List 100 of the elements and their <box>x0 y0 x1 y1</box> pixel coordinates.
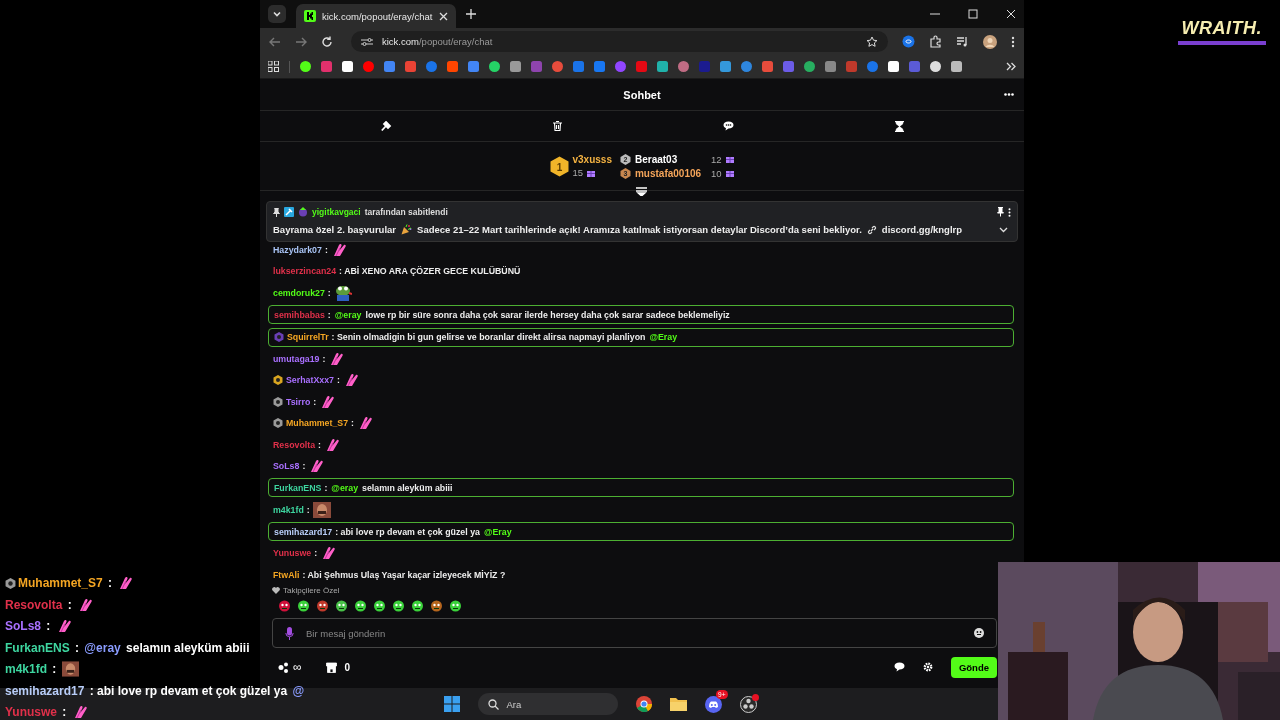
message-text: : <box>324 482 328 493</box>
message-text: : <box>107 576 114 590</box>
chat-username[interactable]: semihazard17 <box>274 526 333 537</box>
emote-icon[interactable] <box>411 599 424 612</box>
chat-username[interactable]: lukserzincan24 <box>273 266 337 277</box>
more-icon[interactable] <box>1011 35 1015 48</box>
gift-count: 15 <box>572 167 584 178</box>
mention-text: @eray <box>84 640 121 655</box>
chat-username[interactable]: Tsirro <box>286 396 311 407</box>
pin-icon[interactable] <box>997 207 1004 217</box>
windows-start-icon[interactable] <box>443 696 460 712</box>
chat-username[interactable]: semihbabas <box>274 309 325 320</box>
chat-username[interactable]: SoLs8 <box>273 460 300 471</box>
bookmark-icon[interactable] <box>888 61 899 72</box>
photo-emote <box>312 501 331 518</box>
browser-tab[interactable]: kick.com/popout/eray/chat <box>296 4 456 28</box>
mention-link[interactable]: @Eray <box>649 332 678 343</box>
chat-bubble-icon[interactable] <box>722 121 734 131</box>
emote-icon[interactable] <box>335 599 348 612</box>
party-popper-icon <box>401 224 413 235</box>
points-icon[interactable] <box>278 661 289 673</box>
chat-username[interactable]: SerhatXxx7 <box>286 375 334 386</box>
emote-icon[interactable] <box>297 599 310 612</box>
forward-icon[interactable] <box>295 35 307 48</box>
bookmark-icon[interactable] <box>930 61 941 72</box>
store-icon[interactable] <box>325 661 337 673</box>
bookmark-icon[interactable] <box>489 61 500 72</box>
new-tab-icon[interactable] <box>466 9 476 19</box>
bookmark-icon[interactable] <box>342 61 353 72</box>
trash-icon[interactable] <box>552 121 562 131</box>
gift-icon <box>587 168 596 177</box>
emote-icon[interactable] <box>354 599 367 612</box>
puzzle-icon[interactable] <box>929 35 942 48</box>
chat-username[interactable]: Resovolta <box>273 439 316 450</box>
apps-grid-icon[interactable] <box>268 61 279 72</box>
message-input[interactable]: Bir mesaj gönderin <box>304 626 964 640</box>
chat-username[interactable]: FtwAli <box>273 569 300 580</box>
message-text: : <box>51 662 58 676</box>
settings-icon[interactable] <box>922 662 933 672</box>
close-icon[interactable] <box>439 11 448 21</box>
chat-username[interactable]: cemdoruk27 <box>273 287 325 298</box>
discord-link[interactable]: discord.gg/knglrp <box>881 224 963 235</box>
chat-username[interactable]: m4k1fd <box>273 504 304 515</box>
emote-icon[interactable] <box>278 599 291 612</box>
extension-icon[interactable] <box>902 35 915 48</box>
chat-username[interactable]: SquirrelTr <box>287 332 329 343</box>
mention-link[interactable]: @eray <box>331 482 359 493</box>
chat-bubble-icon[interactable] <box>893 662 905 672</box>
emote-icon[interactable] <box>430 599 443 612</box>
more-bookmarks-icon[interactable] <box>1006 62 1016 71</box>
folder-icon[interactable] <box>669 697 687 711</box>
expand-icon[interactable] <box>999 226 1008 233</box>
emote-icon[interactable] <box>373 599 386 612</box>
message-text: : <box>322 353 326 364</box>
channel-logo: WRAITH. <box>1177 18 1266 45</box>
profile-avatar-icon[interactable] <box>983 34 997 49</box>
message-field[interactable]: Bir mesaj gönderin <box>272 618 997 648</box>
chat-username[interactable]: Muhammet_S7 <box>286 418 349 429</box>
chrome-icon[interactable] <box>635 696 652 712</box>
message-text: : <box>318 439 321 450</box>
send-button[interactable]: Gönde <box>950 656 997 678</box>
emote-icon[interactable] <box>449 599 462 612</box>
search-icon <box>487 698 499 710</box>
message-text: selamın aleyküm abiii <box>362 482 453 493</box>
more-icon[interactable] <box>1008 207 1011 217</box>
bookmark-icon[interactable] <box>300 61 311 72</box>
taskbar-search-field[interactable]: Ara <box>477 693 618 715</box>
leaderboard-user[interactable]: Beraat03 <box>634 153 707 165</box>
message-text: : <box>61 705 68 719</box>
maximize-icon[interactable] <box>968 9 978 19</box>
chat-username: semihazard17 <box>5 683 85 698</box>
chat-username[interactable]: FurkanENS <box>274 482 322 493</box>
tab-search-button[interactable] <box>268 5 286 23</box>
chat-title: Sohbet <box>623 88 661 101</box>
mention-link[interactable]: @eray <box>334 309 362 320</box>
emoji-icon[interactable] <box>974 628 984 638</box>
hourglass-icon[interactable] <box>894 120 904 132</box>
scroll-down-icon[interactable] <box>636 187 647 196</box>
microphone-icon[interactable] <box>285 626 294 640</box>
gavel-icon[interactable] <box>380 120 392 132</box>
bookmark-icon[interactable] <box>804 61 815 72</box>
leaderboard-user[interactable]: mustafa00106 <box>634 167 707 179</box>
discord-icon[interactable] <box>704 695 722 713</box>
leaderboard-user[interactable]: v3xusss <box>572 154 612 165</box>
pinned-by-user[interactable]: yigitkavgaci <box>312 207 361 217</box>
address-bar[interactable]: kick.com/popout/eray/chat <box>351 31 888 52</box>
mention-link[interactable]: @Eray <box>483 526 512 537</box>
back-icon[interactable] <box>269 35 281 48</box>
reload-icon[interactable] <box>321 35 333 48</box>
site-settings-icon[interactable] <box>361 36 373 47</box>
chat-username[interactable]: Hazydark07 <box>273 245 322 255</box>
message-text: selamın aleyküm abiii <box>125 640 250 655</box>
emote-icon[interactable] <box>316 599 329 612</box>
more-icon[interactable] <box>1004 93 1014 96</box>
emote-icon[interactable] <box>392 599 405 612</box>
chat-username[interactable]: umutaga19 <box>273 353 320 364</box>
star-icon[interactable] <box>866 35 878 48</box>
close-icon[interactable] <box>1006 9 1016 19</box>
chat-username[interactable]: Yunuswe <box>273 548 312 559</box>
media-icon[interactable] <box>956 35 969 48</box>
